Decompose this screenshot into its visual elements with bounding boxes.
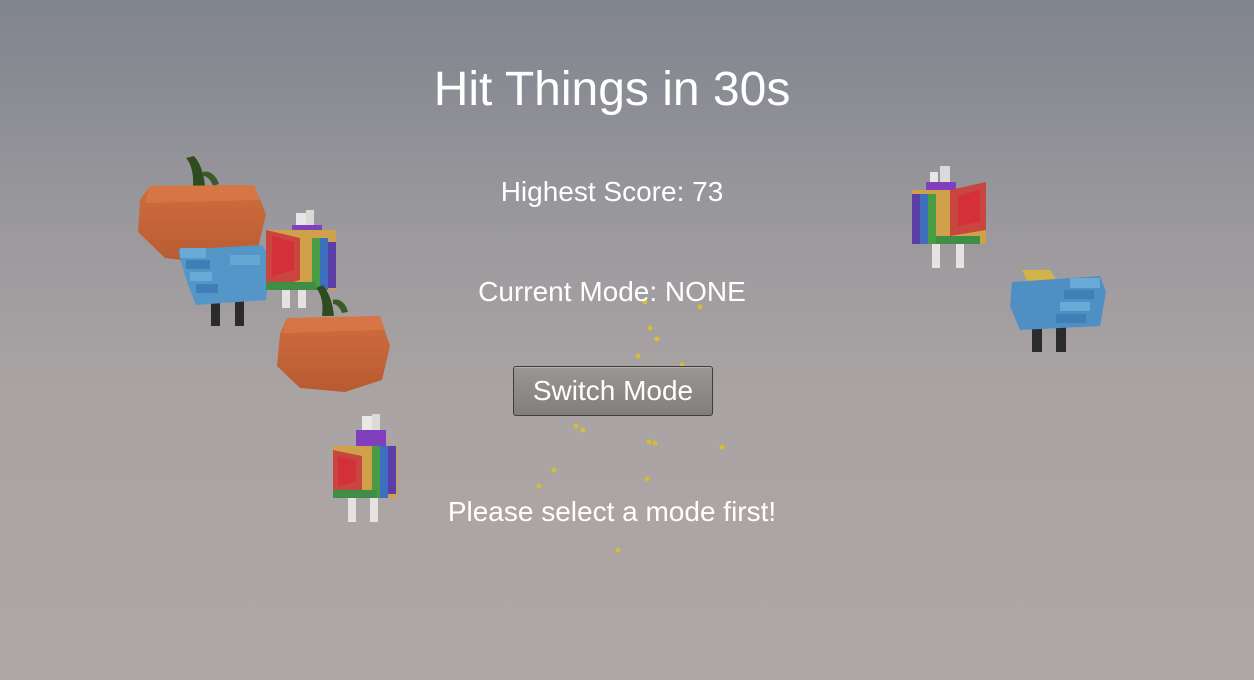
highest-score-label: Highest Score: 73 xyxy=(500,176,724,207)
current-mode-label: Current Mode: NONE xyxy=(478,276,746,307)
switch-mode-button[interactable]: Switch Mode xyxy=(513,366,713,416)
instruction-message: Please select a mode first! xyxy=(447,496,777,527)
game-title: Hit Things in 30s xyxy=(433,63,791,116)
